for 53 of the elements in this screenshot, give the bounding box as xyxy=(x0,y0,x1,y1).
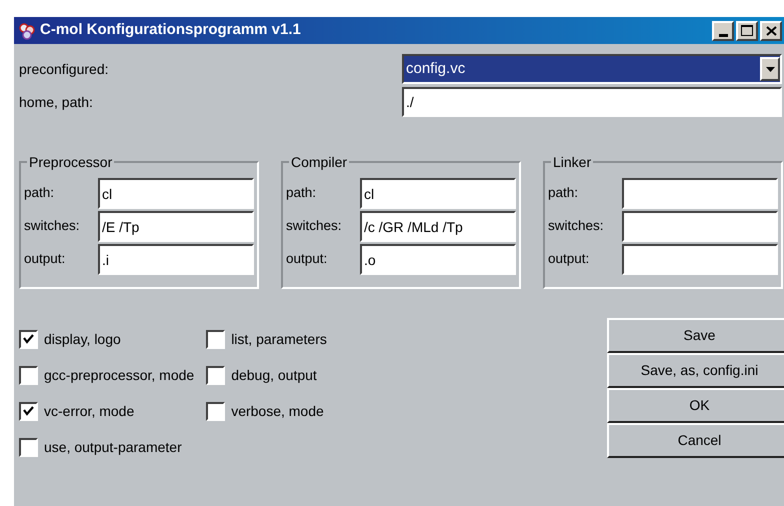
checkbox[interactable] xyxy=(206,330,226,348)
field-label: switches: xyxy=(286,217,343,236)
field-label: path: xyxy=(286,184,318,202)
field-label: path: xyxy=(24,184,56,202)
checkbox[interactable] xyxy=(19,330,38,348)
text-field[interactable]: .o xyxy=(360,244,516,275)
field-label: home, path: xyxy=(18,92,94,112)
text-field[interactable]: .i xyxy=(98,244,254,275)
field-label: output: xyxy=(24,250,66,268)
text-field[interactable] xyxy=(622,178,778,209)
preconfigured-dropdown[interactable]: config.vc xyxy=(402,54,782,84)
checkbox[interactable] xyxy=(19,366,38,384)
text-field[interactable] xyxy=(622,244,778,275)
text-field[interactable]: /c /GR /MLd /Tp xyxy=(360,211,516,242)
checkbox-label: display, logo xyxy=(44,330,121,349)
checkbox[interactable] xyxy=(19,402,38,420)
checkbox-label: gcc-preprocessor, mode xyxy=(44,366,194,385)
field-label: switches: xyxy=(24,217,81,236)
dialog-button[interactable]: Save, as, config.ini xyxy=(607,353,784,388)
field-label: switches: xyxy=(548,217,605,236)
checkbox-label: verbose, mode xyxy=(231,402,324,420)
close-icon xyxy=(766,26,776,36)
dialog-button[interactable]: OK xyxy=(607,388,784,423)
molecule-app-icon xyxy=(18,22,36,40)
text-field[interactable]: cl xyxy=(98,178,254,209)
close-button[interactable] xyxy=(760,20,782,40)
home-path-field[interactable]: ./ xyxy=(402,87,782,117)
text-field[interactable] xyxy=(622,211,778,242)
maximize-icon xyxy=(741,25,753,36)
field-label: preconfigured: xyxy=(18,60,110,79)
checkbox[interactable] xyxy=(206,402,226,420)
dialog-button[interactable]: Save xyxy=(607,318,784,353)
caret-icon xyxy=(766,66,774,72)
dropdown-arrow-button[interactable] xyxy=(760,57,780,81)
dialog-button[interactable]: Cancel xyxy=(607,423,784,458)
checkbox-label: debug, output xyxy=(231,366,317,385)
window-title: C-mol Konfigurationsprogramm v1.1 xyxy=(40,20,302,40)
checkbox[interactable] xyxy=(19,438,38,456)
checkmark-icon xyxy=(23,406,34,416)
text-field[interactable]: cl xyxy=(360,178,516,209)
field-label: path: xyxy=(548,184,580,202)
field-label: output: xyxy=(286,250,328,268)
minimize-icon xyxy=(718,34,728,36)
checkbox-label: list, parameters xyxy=(231,330,327,349)
checkbox-label: vc-error, mode xyxy=(44,402,134,420)
minimize-button[interactable] xyxy=(712,20,734,40)
checkbox[interactable] xyxy=(206,366,226,384)
field-label: output: xyxy=(548,250,590,268)
text-field[interactable]: /E /Tp xyxy=(98,211,254,242)
checkbox-label: use, output-parameter xyxy=(44,438,182,457)
dropdown-value: config.vc xyxy=(405,58,466,79)
checkmark-icon xyxy=(23,334,34,344)
maximize-button[interactable] xyxy=(736,20,758,40)
